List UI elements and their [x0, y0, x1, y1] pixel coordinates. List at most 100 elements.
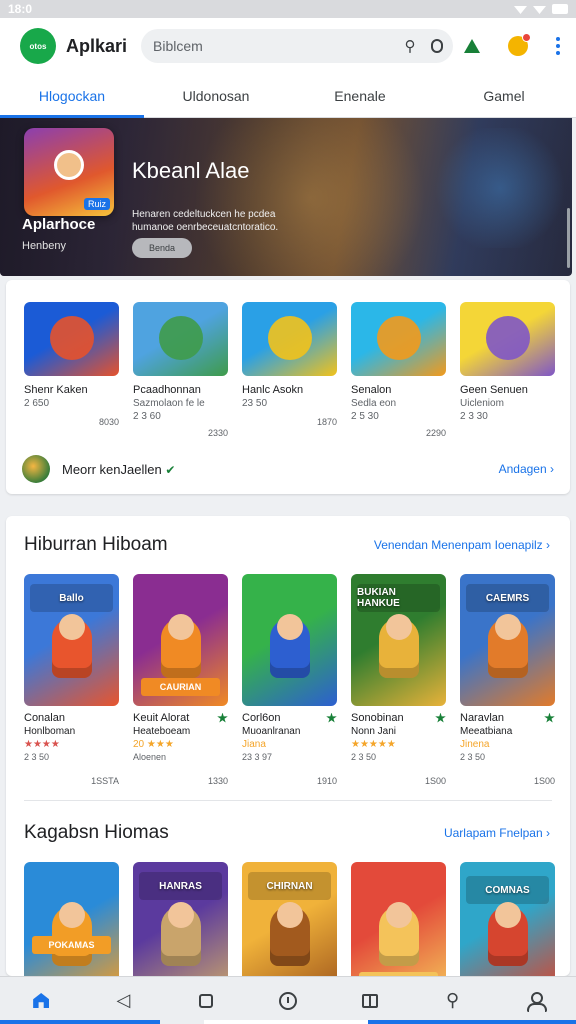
section-link[interactable]: Venendan Menenpam Ioenapilz ›	[374, 538, 550, 552]
apps-icon[interactable]	[194, 989, 218, 1013]
game-thumbnail[interactable]	[242, 574, 337, 706]
game-price: 1SSTA	[91, 776, 119, 786]
app-tile[interactable]: Senalon Sedla eon 2 5 30 2290	[351, 302, 446, 438]
promo-row[interactable]: Meorr kenJaellen ✔ Andagen ›	[22, 452, 554, 486]
game-tile[interactable]: CAEMRS Naravlan Meeatbiana Jinena 2 3 50…	[460, 574, 555, 786]
app-thumbnail[interactable]	[460, 302, 555, 376]
featured-app-icon[interactable]: Ruiz	[24, 128, 114, 216]
game-thumbnail[interactable]: CHIRNAN	[242, 862, 337, 994]
game-name-row: Corl6on	[242, 712, 337, 724]
chevron-right-icon: ›	[546, 538, 550, 552]
promo-link[interactable]: Andagen ›	[499, 462, 554, 476]
app-thumbnail[interactable]	[351, 302, 446, 376]
game-price: 1330	[207, 776, 228, 786]
search-icon[interactable]: ⚲	[441, 989, 465, 1013]
banner-action-button[interactable]: Benda	[132, 238, 192, 258]
notification-icon[interactable]	[508, 33, 531, 56]
banner-description-line: humanoe oenrbeceuatcntoratico.	[132, 222, 279, 233]
game-character	[495, 614, 521, 640]
app-art-shape	[377, 316, 421, 360]
editor-choice-icon	[326, 712, 337, 723]
promo-app-icon	[22, 455, 50, 483]
character-face	[54, 150, 84, 180]
app-meta-2: 2 5 30	[351, 411, 379, 422]
featured-banner[interactable]: Ruiz Kbeanl Alae Aplarhoce Henbeny Henar…	[0, 118, 572, 276]
games-card: Hiburran Hiboam Venendan Menenpam Ioenap…	[6, 516, 570, 994]
tab-1[interactable]: Uldonosan	[144, 74, 288, 117]
game-row: Ballo Conalan Honlboman ★★★★ 2 3 50 1SST…	[24, 574, 555, 786]
search-input[interactable]: Biblcem	[153, 38, 399, 54]
game-tile[interactable]: Cuenoll	[351, 862, 446, 994]
game-thumbnail[interactable]: COMNAS	[460, 862, 555, 994]
game-tile[interactable]: BUKIAN HANKUE Sonobinan Nonn Jani ★★★★★ …	[351, 574, 446, 786]
banner-description: Henaren cedeltuckcen he pcdea humanoe oe…	[132, 208, 342, 234]
game-tile[interactable]: COMNAS	[460, 862, 555, 994]
section-link-label[interactable]: Venendan Menenpam Ioenapilz	[374, 538, 543, 552]
tab-0[interactable]: Hlogockan	[0, 74, 144, 118]
game-thumbnail[interactable]: CAEMRS	[460, 574, 555, 706]
app-logo[interactable]: otos	[20, 28, 56, 64]
game-thumbnail[interactable]: CAURIAN	[133, 574, 228, 706]
app-meta-2: 2 3 30	[460, 411, 488, 422]
profile-icon[interactable]	[523, 989, 547, 1013]
editor-choice-icon	[217, 712, 228, 723]
back-icon[interactable]: ◁	[111, 989, 135, 1013]
app-tile[interactable]: Hanlc Asokn 23 50 1870	[242, 302, 337, 438]
more-menu-icon[interactable]	[556, 37, 560, 55]
game-developer: Honlboman	[24, 726, 76, 737]
promo-link-label[interactable]: Andagen	[499, 462, 547, 476]
promo-label: Meorr kenJaellen	[62, 461, 162, 477]
game-tile[interactable]: CHIRNAN	[242, 862, 337, 994]
game-tile[interactable]: POKAMAS	[24, 862, 119, 994]
game-art-title: Ballo	[30, 584, 113, 612]
play-store-icon[interactable]	[464, 39, 480, 53]
section-link-label[interactable]: Uarlapam Fnelpan	[444, 826, 543, 840]
game-thumbnail[interactable]: POKAMAS	[24, 862, 119, 994]
status-icons	[514, 4, 568, 14]
search-icon[interactable]: ⚲	[399, 37, 421, 55]
game-rating: 20 ★★★	[133, 739, 174, 750]
section-header: Hiburran Hiboam Venendan Menenpam Ioenap…	[24, 530, 550, 560]
app-price: 1870	[316, 417, 337, 427]
search-bar[interactable]: Biblcem ⚲	[141, 29, 454, 63]
banner-scroll-indicator	[567, 208, 570, 268]
library-icon[interactable]	[358, 989, 382, 1013]
game-thumbnail[interactable]: Cuenoll	[351, 862, 446, 994]
game-thumbnail[interactable]: HANRAS	[133, 862, 228, 994]
app-tile[interactable]: Pcaadhonnan Sazmolaon fe le 2 3 60 2330	[133, 302, 228, 438]
app-price: 8030	[98, 417, 119, 427]
game-meta: Aloenen	[133, 752, 167, 762]
app-tile[interactable]: Shenr Kaken 2 650 8030	[24, 302, 119, 438]
tab-3[interactable]: Gamel	[432, 74, 576, 117]
updates-icon[interactable]	[276, 989, 300, 1013]
app-bar: otos Aplkari Biblcem ⚲	[0, 18, 576, 74]
game-name-row: Keuit Alorat	[133, 712, 228, 724]
game-thumbnail[interactable]: BUKIAN HANKUE	[351, 574, 446, 706]
mic-icon[interactable]	[431, 39, 444, 53]
tab-2[interactable]: Enenale	[288, 74, 432, 117]
section-divider	[24, 800, 552, 801]
game-tile[interactable]: Ballo Conalan Honlboman ★★★★ 2 3 50 1SST…	[24, 574, 119, 786]
section-link[interactable]: Uarlapam Fnelpan ›	[444, 826, 550, 840]
game-art-title: CHIRNAN	[248, 872, 331, 900]
app-thumbnail[interactable]	[133, 302, 228, 376]
game-character	[168, 902, 194, 928]
app-name: Senalon	[351, 384, 392, 396]
section-title: Kagabsn Hiomas	[24, 822, 169, 843]
home-icon[interactable]	[29, 989, 53, 1013]
app-thumbnail[interactable]	[242, 302, 337, 376]
game-developer: Meeatbiana	[460, 726, 513, 737]
app-meta: Sazmolaon fe le	[133, 398, 205, 409]
game-tile[interactable]: HANRAS	[133, 862, 228, 994]
game-developer: Muoanlranan	[242, 726, 301, 737]
game-tile[interactable]: CAURIAN Keuit Alorat Heateboeam 20 ★★★ A…	[133, 574, 228, 786]
app-thumbnail[interactable]	[24, 302, 119, 376]
game-tile[interactable]: Corl6on Muoanlranan Jiana 23 3 97 1910	[242, 574, 337, 786]
game-meta: 2 3 50	[351, 752, 377, 762]
game-thumbnail[interactable]: Ballo	[24, 574, 119, 706]
game-character	[277, 902, 303, 928]
apps-card: Shenr Kaken 2 650 8030 Pcaadhonnan Sazmo…	[6, 280, 570, 494]
app-tile[interactable]: Geen Senuen Uicleniom 2 3 30	[460, 302, 555, 438]
banner-title: Kbeanl Alae	[132, 158, 250, 183]
app-meta: 23 50	[242, 398, 268, 409]
